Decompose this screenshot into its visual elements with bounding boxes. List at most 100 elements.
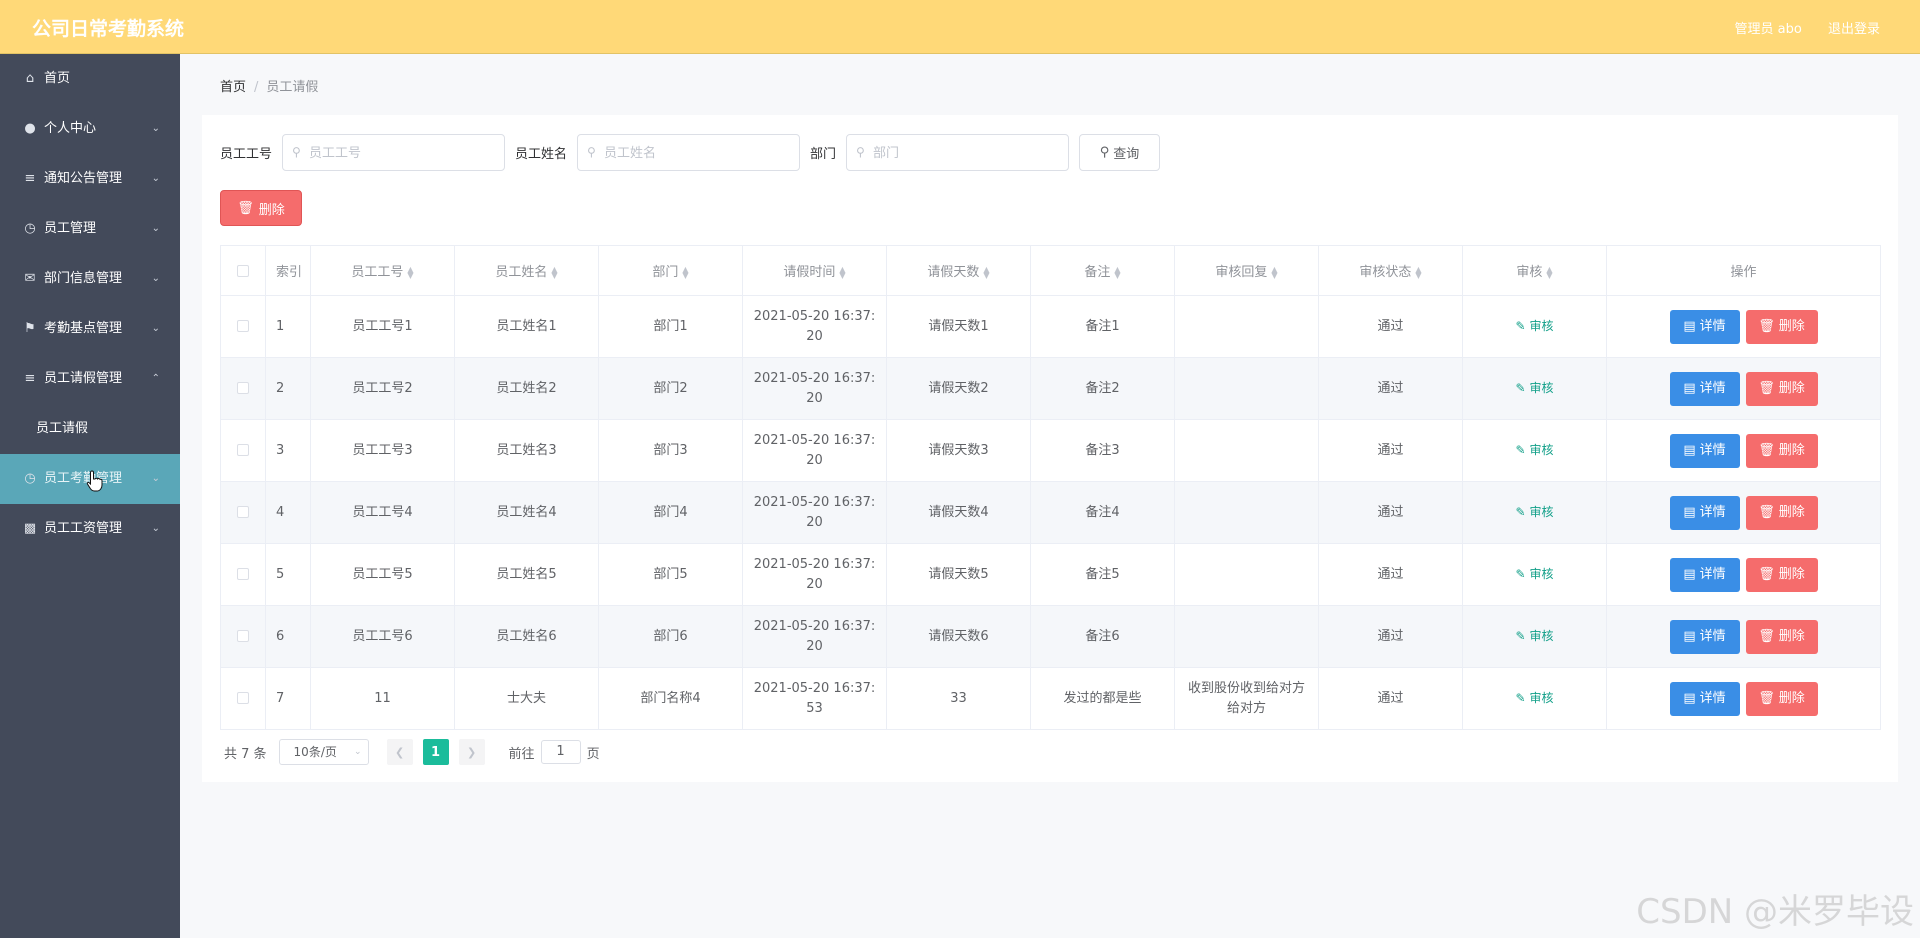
audit-label: 审核 [1529, 443, 1554, 457]
column-header[interactable]: 审核状态 ▲ ▼ [1318, 245, 1463, 296]
column-header-label: 员工工号 [351, 265, 404, 280]
page-size-value: 10条/页 [293, 745, 337, 759]
column-header[interactable]: 员工工号 ▲ ▼ [310, 245, 455, 296]
detail-button[interactable]: ▤ 详情 [1669, 309, 1740, 344]
sidebar-item-salary[interactable]: ▩ 员工工资管理 ⌄ [0, 504, 180, 554]
chevron-down-icon: ⌄ [354, 747, 362, 757]
audit-link[interactable]: ✎ 审核 [1516, 691, 1554, 705]
cell-reply [1174, 543, 1319, 606]
column-header[interactable]: 员工姓名 ▲ ▼ [454, 245, 599, 296]
delete-button[interactable]: 🗑 删除 [1745, 433, 1818, 468]
cell-leave-days: 请假天数1 [886, 295, 1031, 358]
row-checkbox[interactable] [237, 382, 249, 394]
audit-link[interactable]: ✎ 审核 [1516, 629, 1554, 643]
column-header[interactable]: 备注 ▲ ▼ [1030, 245, 1175, 296]
sort-icon[interactable]: ▲ ▼ [1415, 265, 1421, 279]
dept-field: ⚲ [846, 134, 1070, 171]
cell-emp-no: 员工工号5 [310, 543, 455, 606]
delete-button[interactable]: 🗑 删除 [1745, 495, 1818, 530]
emp-no-input[interactable] [309, 141, 500, 165]
column-header[interactable]: 部门 ▲ ▼ [598, 245, 743, 296]
sort-icon[interactable]: ▲ ▼ [551, 265, 557, 279]
audit-link[interactable]: ✎ 审核 [1516, 381, 1554, 395]
cell-status: 通过 [1318, 481, 1463, 544]
delete-button[interactable]: 🗑 删除 [1745, 619, 1818, 654]
sort-icon[interactable]: ▲ ▼ [1114, 265, 1120, 279]
next-page-button[interactable]: ❯ [458, 739, 485, 765]
sidebar-item-label: 员工请假管理 [44, 371, 123, 386]
sort-icon[interactable]: ▲ ▼ [983, 265, 989, 279]
edit-icon: ✎ [1515, 567, 1526, 581]
sort-icon[interactable]: ▲ ▼ [407, 265, 413, 279]
row-checkbox[interactable] [237, 568, 249, 580]
audit-link[interactable]: ✎ 审核 [1516, 319, 1554, 333]
sidebar-item-notice[interactable]: ≡ 通知公告管理 ⌄ [0, 154, 180, 204]
detail-label: 详情 [1699, 628, 1726, 644]
audit-link[interactable]: ✎ 审核 [1516, 443, 1554, 457]
prev-page-button[interactable]: ❮ [386, 739, 413, 765]
sidebar-item-home[interactable]: ⌂ 首页 [0, 54, 180, 104]
page-size-select[interactable]: 10条/页 ⌄ [278, 739, 369, 765]
column-header[interactable]: 请假时间 ▲ ▼ [742, 245, 887, 296]
logout-link[interactable]: 退出登录 [1828, 22, 1880, 37]
sidebar-item-leave[interactable]: ≡ 员工请假管理 ⌃ [0, 354, 180, 404]
leave-time-line: 2021-05-20 16:37: [753, 556, 876, 572]
cell-leave-days: 33 [886, 667, 1031, 730]
cell-audit: ✎ 审核 [1462, 667, 1607, 730]
sidebar-item-employee[interactable]: ◷ 员工管理 ⌄ [0, 204, 180, 254]
row-checkbox[interactable] [237, 692, 249, 704]
row-checkbox[interactable] [237, 630, 249, 642]
leave-time-line: 2021-05-20 16:37: [753, 432, 876, 448]
sort-icon[interactable]: ▲ ▼ [682, 265, 688, 279]
cell-emp-no: 11 [310, 667, 455, 730]
emp-name-input[interactable] [604, 141, 795, 165]
delete-button[interactable]: 🗑 删除 [1745, 309, 1818, 344]
batch-delete-button[interactable]: 🗑 删除 [220, 190, 302, 226]
sort-icon[interactable]: ▲ ▼ [1546, 265, 1552, 279]
cell-status: 通过 [1318, 543, 1463, 606]
delete-button[interactable]: 🗑 删除 [1745, 681, 1818, 716]
column-header[interactable]: 请假天数 ▲ ▼ [886, 245, 1031, 296]
audit-link[interactable]: ✎ 审核 [1516, 567, 1554, 581]
trash-icon: 🗑 [1758, 504, 1775, 520]
detail-button[interactable]: ▤ 详情 [1669, 433, 1740, 468]
leave-time-line: 20 [806, 328, 823, 344]
select-all-checkbox[interactable] [237, 264, 249, 277]
audit-label: 审核 [1529, 505, 1554, 519]
current-user[interactable]: 管理员 abo [1735, 22, 1802, 37]
delete-button[interactable]: 🗑 删除 [1745, 371, 1818, 406]
sidebar-item-personal[interactable]: ● 个人中心 ⌄ [0, 104, 180, 154]
delete-button[interactable]: 🗑 删除 [1745, 557, 1818, 592]
cell-leave-days: 请假天数2 [886, 357, 1031, 420]
column-header[interactable]: 审核 ▲ ▼ [1462, 245, 1607, 296]
row-checkbox[interactable] [237, 320, 249, 332]
chevron-left-icon: ❮ [394, 745, 405, 759]
cell-leave-days: 请假天数4 [886, 481, 1031, 544]
audit-link[interactable]: ✎ 审核 [1516, 505, 1554, 519]
cell-reply [1174, 357, 1319, 420]
sort-icon[interactable]: ▲ ▼ [839, 265, 845, 279]
detail-button[interactable]: ▤ 详情 [1669, 371, 1740, 406]
page-number-current[interactable]: 1 [422, 739, 449, 765]
submenu-item-leave[interactable]: 员工请假 [0, 404, 180, 454]
sidebar-item-attendance-base[interactable]: ⚑ 考勤基点管理 ⌄ [0, 304, 180, 354]
goto-page-input[interactable]: 1 [540, 740, 581, 764]
sidebar-item-department[interactable]: ✉ 部门信息管理 ⌄ [0, 254, 180, 304]
row-checkbox[interactable] [237, 506, 249, 518]
detail-button[interactable]: ▤ 详情 [1669, 619, 1740, 654]
column-header[interactable]: 审核回复 ▲ ▼ [1174, 245, 1319, 296]
emp-no-label: 员工工号 [220, 147, 273, 162]
detail-button[interactable]: ▤ 详情 [1669, 557, 1740, 592]
breadcrumb-home[interactable]: 首页 [220, 80, 246, 95]
sort-icon[interactable]: ▲ ▼ [1271, 265, 1277, 279]
row-checkbox[interactable] [237, 444, 249, 456]
dept-input[interactable] [873, 141, 1064, 165]
query-button[interactable]: ⚲ 查询 [1079, 134, 1161, 171]
detail-button[interactable]: ▤ 详情 [1669, 681, 1740, 716]
search-icon: ⚲ [292, 145, 301, 159]
pagination: 共 7 条 10条/页 ⌄ ❮ 1 ❯ 前往 1 页 [224, 739, 600, 765]
cell-dept: 部门名称4 [598, 667, 743, 730]
detail-button[interactable]: ▤ 详情 [1669, 495, 1740, 530]
cell-emp-no: 员工工号6 [310, 605, 455, 668]
detail-label: 详情 [1699, 566, 1726, 582]
